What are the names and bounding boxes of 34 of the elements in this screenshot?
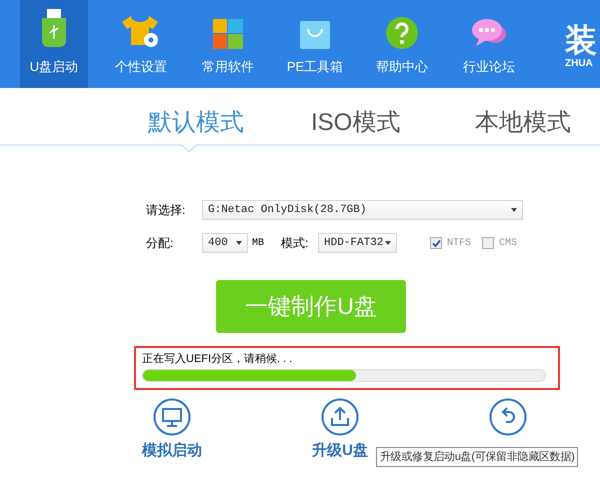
tiles-icon xyxy=(213,18,243,48)
question-icon xyxy=(386,16,418,48)
nav-item[interactable]: 常用软件 xyxy=(194,0,262,88)
field-label: 模式: xyxy=(281,235,310,252)
dropdown[interactable]: G:Netac OnlyDisk(28.7GB) xyxy=(202,200,523,220)
caret-icon xyxy=(236,241,242,245)
dropdown[interactable]: 400 xyxy=(202,233,248,253)
shopping-bag-icon xyxy=(300,18,330,48)
nav-item[interactable]: 帮助中心 xyxy=(368,0,436,88)
progress-message: 正在写入UEFI分区，请稍候. . . xyxy=(142,352,294,366)
dropdown[interactable]: HDD-FAT32 xyxy=(318,233,397,253)
undo-icon[interactable] xyxy=(489,398,527,436)
tooltip: 升级或修复启动u盘(可保留非隐藏区数据) xyxy=(376,447,578,467)
upload-icon[interactable] xyxy=(321,398,359,436)
field-label: 请选择: xyxy=(146,202,186,219)
nav-item[interactable]: 行业论坛 xyxy=(455,0,523,88)
mode-tab[interactable]: 默认模式 xyxy=(148,108,244,138)
field-label: 分配: xyxy=(146,235,174,252)
unit-label: MB xyxy=(252,236,266,250)
action-label[interactable]: 升级U盘 xyxy=(312,440,368,462)
nav-item[interactable]: 个性设置 xyxy=(107,0,175,88)
make-usb-button[interactable]: 一键制作U盘 xyxy=(216,280,406,333)
caret-icon xyxy=(385,241,391,245)
usb-drive-icon xyxy=(39,8,69,48)
nav-item[interactable]: PE工具箱 xyxy=(281,0,349,88)
mode-tab[interactable]: 本地模式 xyxy=(475,108,571,138)
logo-text: 装 xyxy=(565,22,597,58)
logo-subtext: ZHUA xyxy=(565,58,594,70)
chat-bubbles-icon xyxy=(471,16,507,48)
monitor-icon[interactable] xyxy=(153,398,191,436)
action-label[interactable]: 模拟启动 xyxy=(142,440,202,462)
nav-item[interactable]: U盘启动 xyxy=(20,0,88,88)
mode-tab[interactable]: ISO模式 xyxy=(311,108,400,138)
caret-icon xyxy=(511,208,517,212)
